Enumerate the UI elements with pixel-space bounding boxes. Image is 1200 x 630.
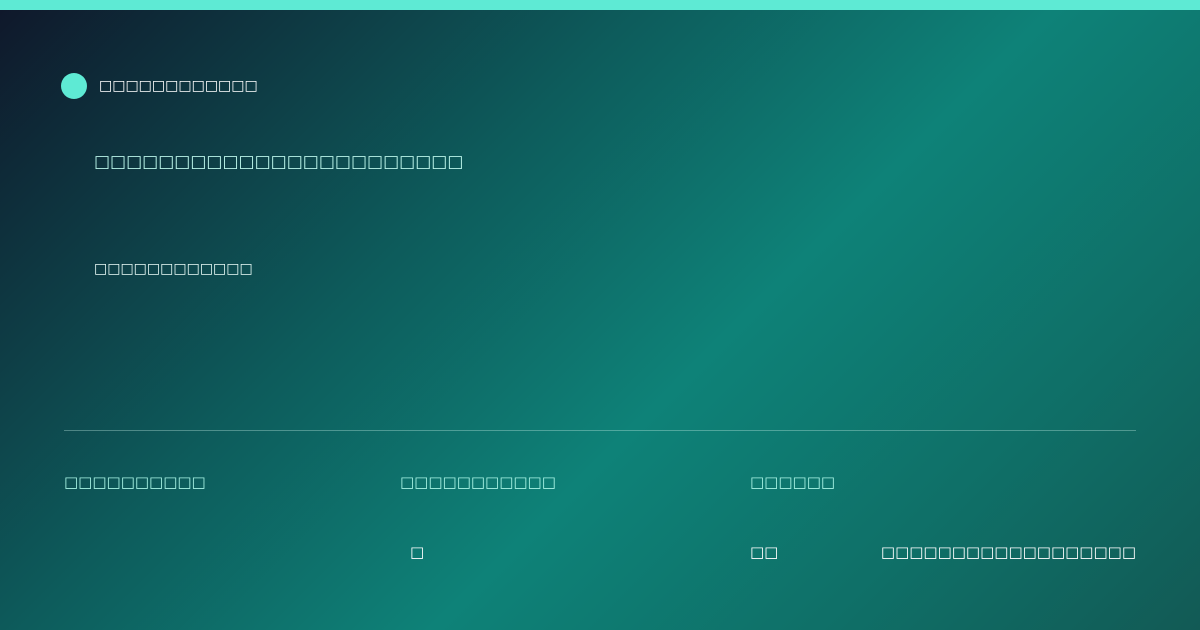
stat-label-1: □□□□□□□□□□ [64,473,206,491]
divider [64,430,1136,431]
brand-logo-dot [61,73,87,99]
stat-value-2: □ [410,543,425,561]
stat-label-2: □□□□□□□□□□□ [400,473,556,491]
headline: □□□□□□□□□□□□□□□□□□□□□□□ [94,152,464,172]
brand: □□□□□□□□□□□□ [61,73,258,99]
stat-value-3: □□ [750,543,779,561]
top-accent-bar [0,0,1200,10]
subtitle: □□□□□□□□□□□□ [94,261,253,277]
stat-label-3: □□□□□□ [750,473,836,491]
brand-name: □□□□□□□□□□□□ [99,78,258,94]
footer-text: □□□□□□□□□□□□□□□□□□ [880,543,1136,561]
